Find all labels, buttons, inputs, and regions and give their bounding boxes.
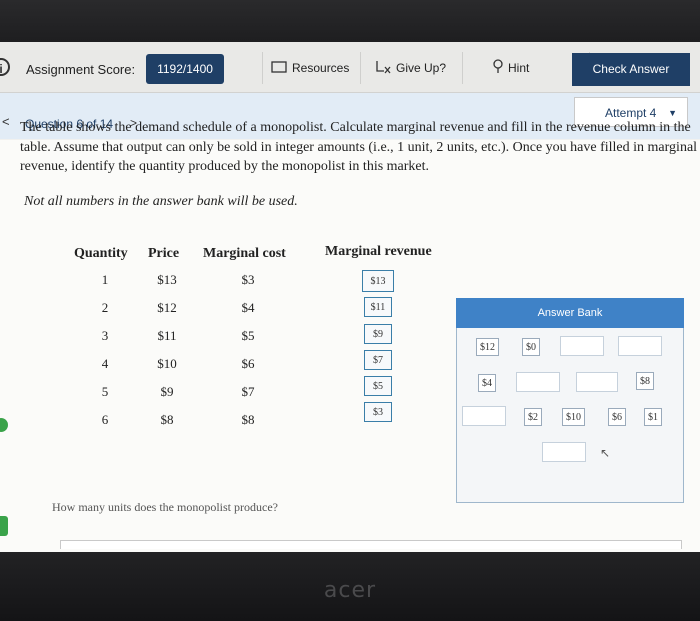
marginal-cost-cell: $5 <box>241 328 255 343</box>
answer-chip[interactable]: $2 <box>524 408 542 426</box>
problem-line: table. Assume that output can only be so… <box>20 139 698 155</box>
monitor-bezel-top <box>0 0 700 42</box>
empty-chip-slot <box>462 406 506 426</box>
units-answer-input[interactable] <box>60 540 682 549</box>
marginal-revenue-dropzone[interactable]: $9 <box>364 324 392 344</box>
marginal-cost-header: Marginal cost <box>203 246 286 261</box>
answer-chip[interactable]: $0 <box>522 338 540 356</box>
marginal-revenue-dropzone[interactable]: $11 <box>364 297 392 317</box>
check-answer-button[interactable]: Check Answer <box>572 53 690 86</box>
quantity-cell: 3 <box>101 328 109 343</box>
marginal-cost-cell: $6 <box>241 356 255 371</box>
empty-chip-slot <box>618 336 662 356</box>
answer-chip[interactable]: $6 <box>608 408 626 426</box>
resources-label: Resources <box>292 61 350 75</box>
marginal-revenue-dropzone[interactable]: $3 <box>364 402 392 422</box>
lightbulb-icon <box>493 58 503 78</box>
monitor-brand-logo: acer <box>323 578 377 603</box>
problem-line: revenue, identify the quantity produced … <box>20 159 430 174</box>
quantity-header: Quantity <box>74 246 128 261</box>
score-badge: 1192/1400 <box>146 54 224 84</box>
empty-chip-slot <box>576 372 618 392</box>
empty-chip-slot <box>516 372 560 392</box>
hint-button[interactable]: Hint <box>462 52 590 84</box>
info-icon[interactable]: i <box>0 58 10 76</box>
answer-bank-title: Answer Bank <box>456 298 684 328</box>
marginal-revenue-dropzone[interactable]: $13 <box>362 270 394 292</box>
score-label: Assignment Score: <box>26 62 136 77</box>
marginal-cost-cell: $7 <box>241 384 255 399</box>
answer-chip[interactable]: $4 <box>478 374 496 392</box>
marginal-revenue-header: Marginal revenue <box>325 244 432 259</box>
mouse-cursor-icon: ↖ <box>600 446 611 460</box>
status-dot-icon <box>0 516 8 536</box>
price-cell: $12 <box>157 300 177 315</box>
quantity-cell: 1 <box>101 272 109 287</box>
price-header: Price <box>148 246 180 261</box>
quantity-cell: 5 <box>101 384 109 399</box>
give-up-label: Give Up? <box>396 61 447 75</box>
problem-text: The table shows the demand schedule of a… <box>20 118 700 177</box>
problem-line: The table shows the demand schedule of a… <box>20 120 691 135</box>
marginal-cost-cell: $4 <box>241 300 255 315</box>
quantity-cell: 6 <box>101 412 109 427</box>
empty-chip-slot <box>560 336 604 356</box>
answer-chip[interactable]: $12 <box>476 338 499 356</box>
quantity-cell: 4 <box>101 356 109 371</box>
followup-question: How many units does the monopolist produ… <box>52 500 278 514</box>
price-cell: $8 <box>160 412 174 427</box>
resources-button[interactable]: Resources <box>262 52 367 84</box>
answer-bank-panel <box>456 298 684 503</box>
marginal-revenue-dropzone[interactable]: $5 <box>364 376 392 396</box>
answer-chip[interactable]: $1 <box>644 408 662 426</box>
price-cell: $10 <box>157 356 177 371</box>
hint-label: Hint <box>508 61 530 75</box>
previous-question-button[interactable]: < <box>2 114 10 129</box>
marginal-cost-cell: $8 <box>241 412 255 427</box>
folder-icon <box>271 60 287 76</box>
browser-screen: i Assignment Score: 1192/1400 Resources … <box>0 42 700 552</box>
price-cell: $13 <box>157 272 177 287</box>
assignment-toolbar: i Assignment Score: 1192/1400 Resources … <box>0 42 700 93</box>
empty-chip-slot <box>542 442 586 462</box>
give-up-icon <box>375 60 391 77</box>
answer-bank-note: Not all numbers in the answer bank will … <box>24 194 298 209</box>
price-cell: $9 <box>160 384 174 399</box>
marginal-cost-cell: $3 <box>241 272 255 287</box>
answer-chip[interactable]: $8 <box>636 372 654 390</box>
answer-chip[interactable]: $10 <box>562 408 585 426</box>
marginal-revenue-dropzone[interactable]: $7 <box>364 350 392 370</box>
give-up-button[interactable]: Give Up? <box>360 52 475 84</box>
price-cell: $11 <box>157 328 177 343</box>
quantity-cell: 2 <box>101 300 109 315</box>
